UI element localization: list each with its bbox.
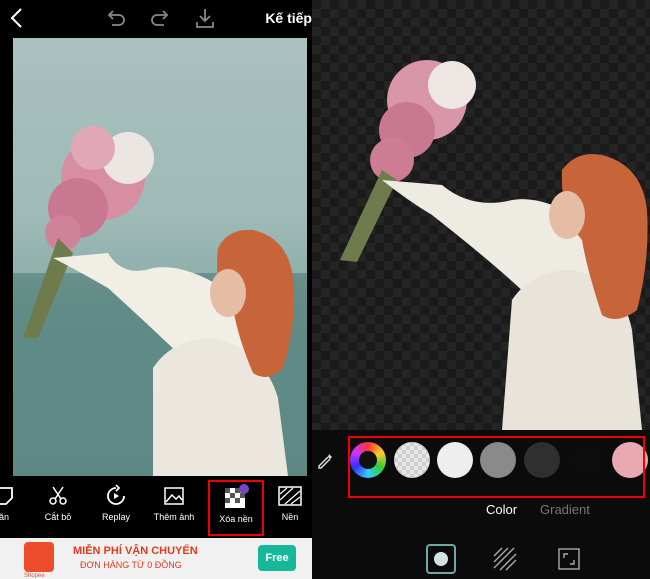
replay-icon: [107, 484, 125, 505]
fill-type-tabs: Color Gradient: [312, 502, 650, 524]
tool-add-photo[interactable]: Thêm ảnh: [146, 484, 202, 522]
cutout-preview: [312, 0, 650, 430]
edited-photo: [13, 38, 307, 476]
chevron-left-icon[interactable]: [6, 6, 30, 30]
next-button[interactable]: Kế tiếp: [265, 10, 312, 26]
tool-label: Replay: [101, 512, 130, 522]
ad-brand: Shopee: [24, 573, 45, 579]
tool-label: Nền: [281, 512, 299, 522]
ad-banner[interactable]: Shopee MIỄN PHÍ VẬN CHUYỂN ĐƠN HÀNG TỪ 0…: [0, 538, 312, 579]
add-photo-icon: [164, 487, 184, 505]
undo-icon[interactable]: [104, 6, 128, 30]
download-icon[interactable]: [193, 6, 217, 30]
tool-replay[interactable]: Replay: [88, 484, 144, 522]
solid-fill-icon[interactable]: [426, 544, 456, 574]
pattern-icon[interactable]: [492, 546, 518, 577]
tool-cut[interactable]: Cắt bỏ: [30, 484, 86, 522]
tool-label: Thêm ảnh: [153, 512, 195, 522]
tool-label: ăn: [0, 512, 9, 522]
top-toolbar: Kế tiếp: [0, 0, 312, 38]
tool-background[interactable]: Nền: [262, 484, 312, 522]
tab-color[interactable]: Color: [486, 502, 517, 517]
left-editor-panel: Kế tiếp ăn Cắt bỏ Replay Thêm ảnh Xóa nề…: [0, 0, 312, 579]
tool-label: Cắt bỏ: [44, 512, 72, 522]
sticker-icon: [0, 487, 13, 505]
bottom-mode-bar: [312, 540, 650, 579]
eyedropper-icon[interactable]: [316, 452, 334, 475]
resize-icon[interactable]: [556, 546, 582, 577]
tool-sticker[interactable]: ăn: [0, 484, 32, 522]
background-icon: [278, 486, 302, 506]
swatch-highlight-box: [348, 436, 645, 498]
ad-subline: ĐƠN HÀNG TỪ 0 ĐỒNG: [80, 560, 182, 570]
scissors-icon: [49, 486, 67, 505]
ad-free-badge: Free: [258, 545, 296, 571]
tools-bar: ăn Cắt bỏ Replay Thêm ảnh Xóa nền Nền: [0, 478, 312, 538]
redo-icon[interactable]: [148, 6, 172, 30]
selected-tool-highlight: [208, 480, 264, 536]
tab-gradient[interactable]: Gradient: [540, 502, 590, 517]
shopee-logo-icon: [24, 542, 54, 572]
ad-headline: MIỄN PHÍ VẬN CHUYỂN: [73, 545, 198, 557]
